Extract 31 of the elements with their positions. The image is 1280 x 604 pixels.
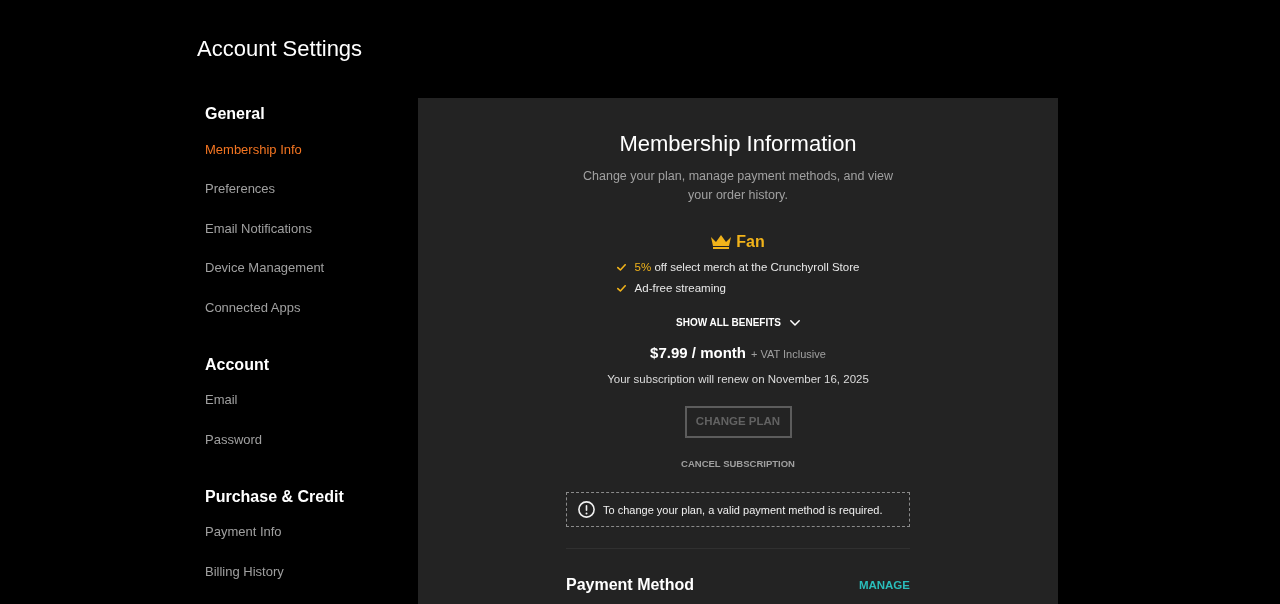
tax-note: + VAT Inclusive <box>750 347 826 362</box>
plan-name: Fan <box>736 232 765 252</box>
benefit-text: 5% off select merch at the Crunchyroll Store <box>634 259 860 275</box>
manage-link[interactable]: MANAGE <box>858 577 910 593</box>
sidebar-heading: Account <box>205 354 269 375</box>
cancel-subscription-button[interactable]: CANCEL SUBSCRIPTION <box>681 456 795 472</box>
show-benefits-button[interactable]: SHOW ALL BENEFITS <box>676 315 800 331</box>
section-title: Payment Method <box>566 575 694 595</box>
sidebar-link[interactable]: Preferences <box>205 169 276 209</box>
page-title: Account Settings <box>197 35 363 63</box>
sidebar-link[interactable]: Email Notifications <box>205 209 312 249</box>
panel-subtitle: Change your plan, manage payment methods, and view your order history. <box>582 167 894 204</box>
check-icon <box>616 284 626 292</box>
alert-icon <box>578 501 595 518</box>
crown-icon <box>711 235 732 249</box>
panel-title: Membership Information <box>619 130 857 158</box>
price-text: $7.99 / month <box>650 343 746 363</box>
notice-text: To change your plan, a valid payment method is required. <box>603 502 883 518</box>
chevron-down-icon <box>790 320 800 326</box>
benefit-text: Ad-free streaming <box>634 280 726 296</box>
sidebar-link[interactable]: Password <box>205 420 263 460</box>
sidebar-link[interactable]: Membership Info <box>205 130 302 170</box>
sidebar-heading: Purchase & Credit <box>205 486 344 507</box>
sidebar-link[interactable]: Email <box>205 380 238 420</box>
sidebar-heading: General <box>205 104 265 124</box>
sidebar-link[interactable]: Device Management <box>205 248 325 288</box>
sidebar-link[interactable]: Payment Info <box>205 512 282 552</box>
renewal-text: Your subscription will renew on November 16, 2025 <box>607 372 869 387</box>
sidebar-link[interactable]: Billing History <box>205 552 284 592</box>
check-icon <box>616 263 626 271</box>
sidebar-link[interactable]: Connected Apps <box>205 288 301 328</box>
